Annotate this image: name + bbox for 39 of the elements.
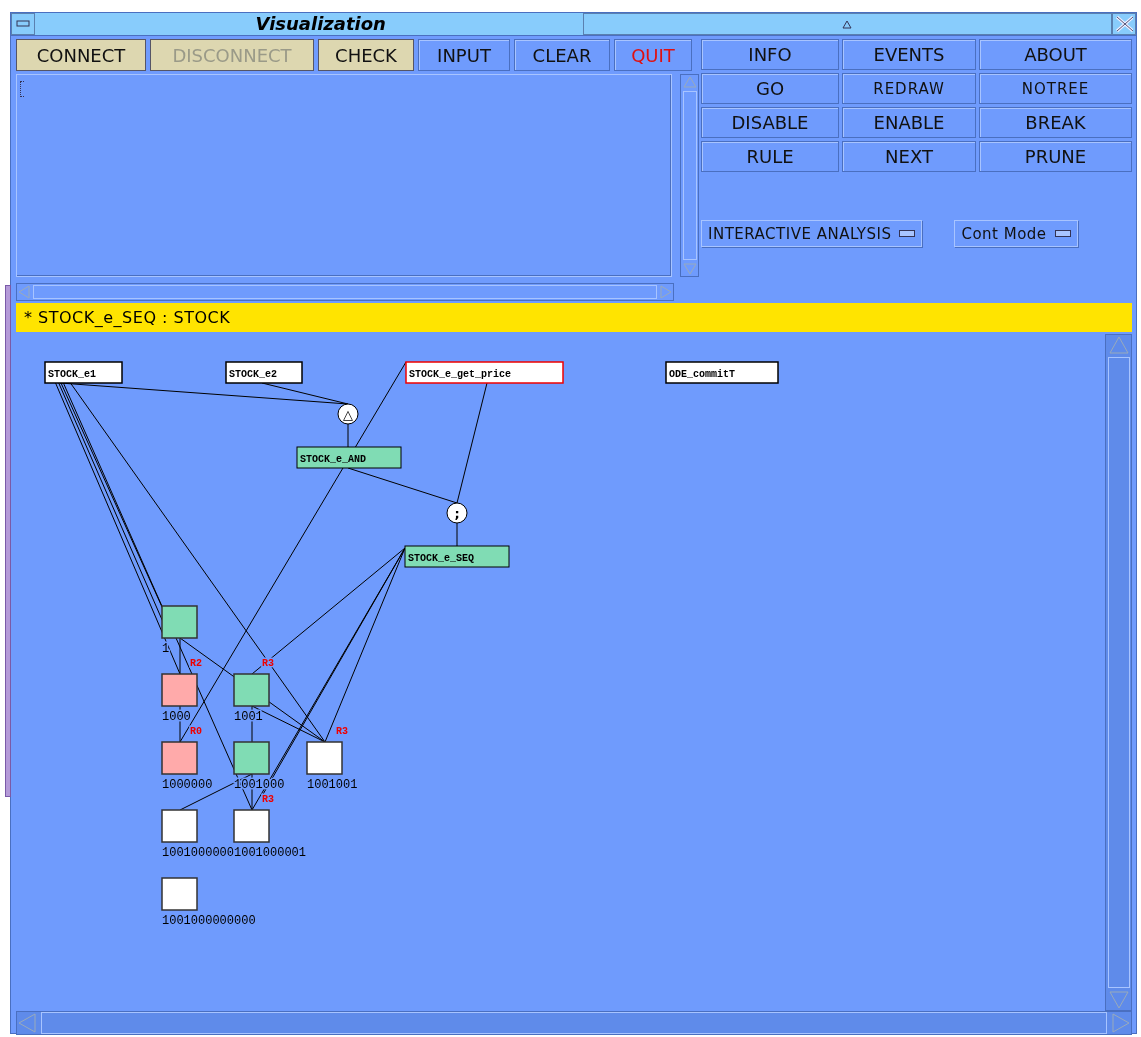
node-label: 1001000001 bbox=[234, 846, 306, 860]
rule-label: R2 bbox=[190, 658, 202, 669]
command-button[interactable]: DISABLE bbox=[701, 107, 839, 138]
node-label: 1001000000 bbox=[162, 846, 234, 860]
node-label: 1001 bbox=[234, 710, 263, 724]
event-node[interactable]: STOCK_e_get_price bbox=[405, 361, 564, 384]
rule-label: R3 bbox=[262, 794, 274, 805]
node-label: 1001001 bbox=[307, 778, 358, 792]
operator-node[interactable]: △ bbox=[337, 403, 359, 425]
composite-node[interactable]: STOCK_e_SEQ bbox=[404, 545, 510, 568]
node-label: 1000000 bbox=[162, 778, 213, 792]
event-node[interactable]: STOCK_e1 bbox=[44, 361, 123, 384]
event-node[interactable]: STOCK_e2 bbox=[225, 361, 303, 384]
command-button[interactable]: BREAK bbox=[979, 107, 1132, 138]
command-button[interactable]: EVENTS bbox=[842, 39, 976, 70]
rule-label: R3 bbox=[336, 726, 348, 737]
toolbar-button[interactable]: INPUT bbox=[418, 39, 510, 71]
command-button[interactable]: ABOUT bbox=[979, 39, 1132, 70]
toolbar-button[interactable]: CONNECT bbox=[16, 39, 146, 71]
event-node[interactable]: ODE_commitT bbox=[665, 361, 779, 384]
node-label: 1000 bbox=[162, 710, 191, 724]
toolbar-button[interactable]: CHECK bbox=[318, 39, 414, 71]
command-button[interactable]: REDRAW bbox=[842, 73, 976, 104]
node-label: 1001000000000 bbox=[162, 914, 256, 928]
window-title: Visualization bbox=[254, 13, 387, 35]
status-banner: * STOCK_e_SEQ : STOCK bbox=[16, 303, 1132, 332]
command-button[interactable]: PRUNE bbox=[979, 141, 1132, 172]
rule-label: R0 bbox=[190, 726, 202, 737]
command-button[interactable]: NEXT bbox=[842, 141, 976, 172]
command-button[interactable]: GO bbox=[701, 73, 839, 104]
option-menu[interactable]: INTERACTIVE ANALYSIS bbox=[701, 220, 923, 247]
toolbar-button[interactable]: CLEAR bbox=[514, 39, 610, 71]
option-menu[interactable]: Cont Mode bbox=[954, 220, 1078, 247]
operator-node[interactable]: ; bbox=[446, 502, 468, 524]
command-button[interactable]: ENABLE bbox=[842, 107, 976, 138]
command-button[interactable]: NOTREE bbox=[979, 73, 1132, 104]
command-button[interactable]: RULE bbox=[701, 141, 839, 172]
command-button[interactable]: INFO bbox=[701, 39, 839, 70]
composite-node[interactable]: STOCK_e_AND bbox=[296, 446, 402, 469]
